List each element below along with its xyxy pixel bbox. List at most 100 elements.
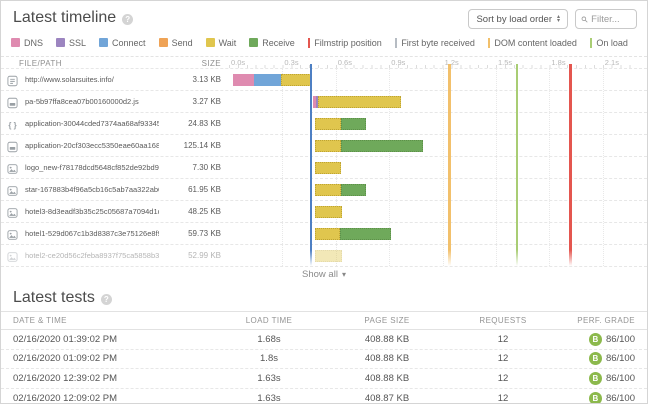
- image-icon: [7, 162, 19, 174]
- image-icon: [7, 206, 19, 218]
- test-result-row: 02/16/2020 12:39:02 PM1.63s408.88 KB12B8…: [1, 369, 647, 389]
- test-result-row: 02/16/2020 01:39:02 PM1.68s408.88 KB12B8…: [1, 330, 647, 350]
- waterfall-segment-wait: [315, 184, 342, 196]
- legend-item-receive: Receive: [249, 38, 295, 48]
- legend-line-icon: [395, 38, 398, 48]
- timeline-row[interactable]: logo_new-f78178dcd5648cf852de92bd9ab7c68…: [1, 156, 647, 178]
- sort-by-load-order-button[interactable]: Sort by load order ▴▾: [468, 9, 568, 29]
- test-page-size: 408.88 KB: [331, 334, 443, 345]
- file-path: http://www.solarsuites.info/: [25, 69, 159, 91]
- waterfall-bar-area: [229, 179, 648, 200]
- sort-arrows-icon: ▴▾: [557, 15, 560, 23]
- test-load-time: 1.8s: [207, 353, 331, 364]
- waterfall-segment-wait: [315, 228, 340, 240]
- waterfall-segment-dns: [233, 74, 254, 86]
- timeline-row[interactable]: star-167883b4f96a5cb16c5ab7aa322ab69af0f…: [1, 178, 647, 200]
- on-load-line: [516, 64, 518, 266]
- waterfall-segment-wait: [315, 250, 343, 262]
- file-size: 61.95 KB: [159, 179, 221, 201]
- search-icon: [581, 15, 588, 24]
- file-path: application-20cf303ecc5350eae60aa168d23a…: [25, 135, 159, 157]
- test-result-row: 02/16/2020 01:09:02 PM1.8s408.88 KB12B86…: [1, 350, 647, 370]
- test-requests: 12: [443, 353, 563, 364]
- page-size-column-header: PAGE SIZE: [331, 316, 443, 325]
- waterfall-bar-area: [229, 223, 648, 244]
- waterfall-bar-area: [229, 113, 648, 134]
- chevron-down-icon: ▾: [342, 270, 346, 279]
- filter-input[interactable]: [591, 14, 631, 25]
- legend-item-on_load: On load: [590, 38, 628, 48]
- sort-button-label: Sort by load order: [476, 14, 552, 25]
- script-icon: [7, 140, 19, 152]
- timeline-legend: DNSSSLConnectSendWaitReceiveFilmstrip po…: [1, 31, 647, 49]
- legend-swatch-icon: [249, 38, 258, 47]
- test-datetime: 02/16/2020 01:09:02 PM: [13, 353, 207, 364]
- date-time-column-header: DATE & TIME: [13, 316, 207, 325]
- test-requests: 12: [443, 373, 563, 384]
- legend-item-first_byte: First byte received: [395, 38, 475, 48]
- waterfall-segment-wait: [315, 140, 342, 152]
- size-column-header: SIZE: [159, 59, 221, 68]
- legend-swatch-icon: [99, 38, 108, 47]
- script-icon: [7, 96, 19, 108]
- file-path: hotel3-8d3eadf3b35c25c05687a7094d1ccd0c8…: [25, 201, 159, 223]
- first-byte-line: [310, 64, 312, 266]
- grade-badge: B: [589, 392, 602, 404]
- image-icon: [7, 228, 19, 240]
- waterfall-segment-wait: [281, 74, 311, 86]
- performance-dashboard: Latest timeline Sort by load order ▴▾ DN…: [0, 0, 648, 404]
- timeline-row[interactable]: http://www.solarsuites.info/3.13 KB: [1, 68, 647, 90]
- test-perf-grade: B 86/100: [563, 392, 635, 404]
- waterfall-segment-receive: [341, 118, 366, 130]
- grade-score: 86/100: [606, 353, 635, 364]
- waterfall-segment-connect: [254, 74, 281, 86]
- filter-box[interactable]: [575, 9, 637, 29]
- file-path-column-header: FILE/PATH: [19, 59, 62, 68]
- legend-line-icon: [488, 38, 491, 48]
- grade-badge: B: [589, 372, 602, 385]
- load-time-column-header: LOAD TIME: [207, 316, 331, 325]
- file-size: 125.14 KB: [159, 135, 221, 157]
- timeline-row[interactable]: hotel1-529d067c1b3d8387c3e75126e8f9a73e3…: [1, 222, 647, 244]
- timeline-row[interactable]: application-20cf303ecc5350eae60aa168d23a…: [1, 134, 647, 156]
- document-icon: [7, 74, 19, 86]
- test-datetime: 02/16/2020 01:39:02 PM: [13, 334, 207, 345]
- grade-score: 86/100: [606, 373, 635, 384]
- timeline-row[interactable]: pa-5b97ffa8cea07b00160000d2.js3.27 KB: [1, 90, 647, 112]
- help-icon[interactable]: [122, 14, 133, 25]
- timeline-row[interactable]: { }application-30044cded7374aa68af933450…: [1, 112, 647, 134]
- file-path: application-30044cded7374aa68af9334504e6…: [25, 113, 159, 135]
- waterfall-bar-area: [229, 69, 648, 90]
- image-icon: [7, 184, 19, 196]
- file-size: 48.25 KB: [159, 201, 221, 223]
- test-perf-grade: B 86/100: [563, 372, 635, 385]
- file-path: pa-5b97ffa8cea07b00160000d2.js: [25, 91, 159, 113]
- timeline-row[interactable]: hotel2-ce20d56c2feba8937f75ca5858b3410c7…: [1, 244, 647, 266]
- requests-column-header: REQUESTS: [443, 316, 563, 325]
- legend-swatch-icon: [159, 38, 168, 47]
- timeline-row[interactable]: hotel3-8d3eadf3b35c25c05687a7094d1ccd0c8…: [1, 200, 647, 222]
- filmstrip-line: [569, 64, 572, 266]
- file-size: 52.99 KB: [159, 245, 221, 267]
- help-icon[interactable]: [101, 294, 112, 305]
- file-size: 3.27 KB: [159, 91, 221, 113]
- legend-item-ssl: SSL: [56, 38, 86, 48]
- waterfall-bar-area: [229, 157, 648, 178]
- test-page-size: 408.88 KB: [331, 373, 443, 384]
- timeline-title: Latest timeline: [13, 9, 116, 27]
- waterfall-segment-receive: [341, 184, 366, 196]
- test-datetime: 02/16/2020 12:09:02 PM: [13, 393, 207, 404]
- legend-item-dom_loaded: DOM content loaded: [488, 38, 577, 48]
- file-path: logo_new-f78178dcd5648cf852de92bd9ab7c68…: [25, 157, 159, 179]
- waterfall-segment-receive: [341, 140, 423, 152]
- show-all-button[interactable]: Show all ▾: [1, 266, 647, 282]
- grade-score: 86/100: [606, 393, 635, 404]
- tests-rows: 02/16/2020 01:39:02 PM1.68s408.88 KB12B8…: [1, 330, 647, 404]
- waterfall-segment-wait: [315, 118, 342, 130]
- dom-loaded-line: [448, 64, 451, 266]
- test-requests: 12: [443, 334, 563, 345]
- legend-line-icon: [308, 38, 311, 48]
- tests-title: Latest tests: [13, 289, 95, 307]
- file-size: 3.13 KB: [159, 69, 221, 91]
- image-icon: [7, 250, 19, 262]
